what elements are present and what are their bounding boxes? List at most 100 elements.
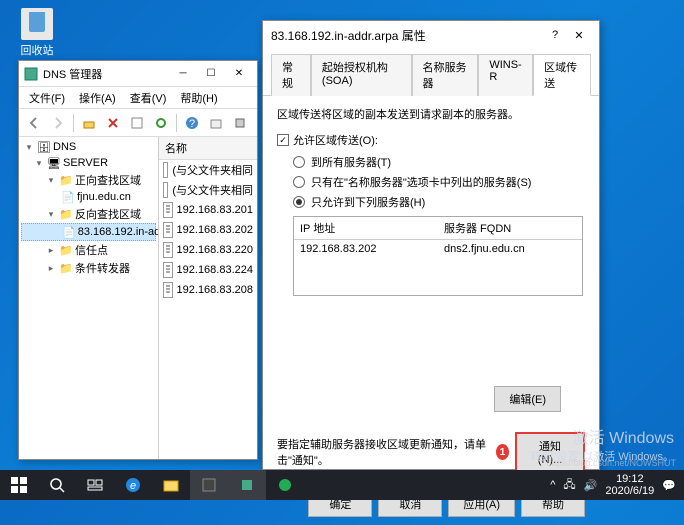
system-tray[interactable]: ^ 🖧 🔊 19:12 2020/6/19 💬 [542, 473, 684, 497]
clock-time: 19:12 [605, 473, 654, 485]
task-view-button[interactable] [76, 470, 114, 500]
recycle-bin[interactable]: 回收站 [12, 8, 62, 58]
list-item[interactable]: 192.168.83.208 [159, 280, 257, 300]
recycle-bin-label: 回收站 [12, 42, 62, 58]
tree-rev-item[interactable]: 📄83.168.192.in-addr.a [21, 223, 156, 241]
record-icon [163, 282, 173, 298]
tab-wins[interactable]: WINS-R [478, 54, 533, 96]
list-item[interactable]: 192.168.83.202 [159, 220, 257, 240]
dns-taskbar-button[interactable] [228, 470, 266, 500]
table-row[interactable]: 192.168.83.202 dns2.fjnu.edu.cn [294, 240, 582, 258]
edit-button[interactable]: 编辑(E) [494, 386, 561, 412]
tree-dns-root[interactable]: ▾🗄DNS [21, 139, 156, 155]
tree-fwd-zone[interactable]: ▾📁正向查找区域 [21, 171, 156, 189]
maximize-button[interactable]: ☐ [197, 64, 225, 84]
radio-icon [293, 176, 305, 188]
desc-text: 区域传送将区域的副本发送到请求副本的服务器。 [277, 106, 585, 122]
close-icon[interactable]: ✕ [567, 29, 591, 42]
refresh-button[interactable] [150, 112, 172, 134]
network-icon[interactable]: 🖧 [563, 476, 575, 495]
zone-icon: 📄 [62, 225, 76, 239]
back-button[interactable] [23, 112, 45, 134]
help-icon[interactable]: ? [543, 29, 567, 41]
tab-general[interactable]: 常规 [271, 54, 311, 96]
help-button[interactable]: ? [181, 112, 203, 134]
dns-icon: 🗄 [37, 140, 51, 154]
dns-titlebar[interactable]: DNS 管理器 ─ ☐ ✕ [19, 61, 257, 87]
minimize-button[interactable]: ─ [169, 64, 197, 84]
folder-icon: 📁 [59, 207, 73, 221]
properties-button[interactable] [126, 112, 148, 134]
tool-btn-2[interactable] [229, 112, 251, 134]
server-manager-button[interactable] [190, 470, 228, 500]
close-button[interactable]: ✕ [225, 64, 253, 84]
dialog-title: 83.168.192.in-addr.arpa 属性 [271, 27, 543, 44]
record-icon [163, 162, 168, 178]
menubar: 文件(F) 操作(A) 查看(V) 帮助(H) [19, 87, 257, 109]
explorer-button[interactable] [152, 470, 190, 500]
properties-dialog: 83.168.192.in-addr.arpa 属性 ? ✕ 常规 起始授权机构… [262, 20, 600, 470]
tray-up-icon[interactable]: ^ [550, 479, 555, 491]
tree-fwd-item[interactable]: 📄fjnu.edu.cn [21, 189, 156, 205]
list-header[interactable]: 名称 [159, 137, 257, 160]
clock-date: 2020/6/19 [605, 485, 654, 497]
list-item[interactable]: 192.168.83.224 [159, 260, 257, 280]
tree-server[interactable]: ▾🖥SERVER [21, 155, 156, 171]
up-button[interactable] [78, 112, 100, 134]
menu-action[interactable]: 操作(A) [73, 88, 122, 108]
tab-zone-transfer[interactable]: 区域传送 [533, 54, 591, 96]
record-icon [163, 262, 173, 278]
toolbar: ? [19, 109, 257, 137]
server-table[interactable]: IP 地址 服务器 FQDN 192.168.83.202 dns2.fjnu.… [293, 216, 583, 296]
dns-app-icon [23, 66, 39, 82]
tree-trust[interactable]: ▸📁信任点 [21, 241, 156, 259]
dialog-titlebar[interactable]: 83.168.192.in-addr.arpa 属性 ? ✕ [263, 21, 599, 49]
dns-title: DNS 管理器 [43, 66, 169, 82]
svg-text:e: e [130, 480, 136, 492]
tree-rev-zone[interactable]: ▾📁反向查找区域 [21, 205, 156, 223]
annotation-marker: 1 [496, 444, 509, 460]
taskbar: e ^ 🖧 🔊 19:12 2020/6/19 💬 [0, 470, 684, 500]
dns-manager-window: DNS 管理器 ─ ☐ ✕ 文件(F) 操作(A) 查看(V) 帮助(H) ? … [18, 60, 258, 460]
tab-ns[interactable]: 名称服务器 [412, 54, 479, 96]
tab-strip: 常规 起始授权机构(SOA) 名称服务器 WINS-R 区域传送 [263, 49, 599, 96]
ie-button[interactable]: e [114, 470, 152, 500]
delete-button[interactable] [102, 112, 124, 134]
list-item[interactable]: 192.168.83.220 [159, 240, 257, 260]
server-icon: 🖥 [47, 156, 61, 170]
recycle-bin-icon [21, 8, 53, 40]
list-item[interactable]: (与父文件夹相同 [159, 180, 257, 200]
tab-soa[interactable]: 起始授权机构(SOA) [311, 54, 412, 96]
menu-view[interactable]: 查看(V) [124, 88, 173, 108]
folder-icon: 📁 [59, 243, 73, 257]
allow-transfer-checkbox[interactable]: ✓ 允许区域传送(O): [277, 132, 585, 148]
record-icon [163, 182, 168, 198]
folder-icon: 📁 [59, 261, 73, 275]
col-ip: IP 地址 [294, 217, 438, 239]
radio-only-list[interactable]: 只允许到下列服务器(H) [293, 194, 585, 210]
svg-text:?: ? [189, 118, 195, 130]
zone-icon: 📄 [61, 190, 75, 204]
forward-button[interactable] [47, 112, 69, 134]
radio-ns-tab[interactable]: 只有在"名称服务器"选项卡中列出的服务器(S) [293, 174, 585, 190]
notifications-icon[interactable]: 💬 [662, 479, 676, 492]
app-button[interactable] [266, 470, 304, 500]
start-button[interactable] [0, 470, 38, 500]
tree-panel: ▾🗄DNS ▾🖥SERVER ▾📁正向查找区域 📄fjnu.edu.cn ▾📁反… [19, 137, 159, 459]
menu-help[interactable]: 帮助(H) [174, 88, 223, 108]
record-icon [163, 242, 173, 258]
notify-text: 要指定辅助服务器接收区域更新通知，请单击"通知"。 [277, 436, 490, 468]
folder-icon: 📁 [59, 173, 73, 187]
tool-btn-1[interactable] [205, 112, 227, 134]
radio-icon [293, 196, 305, 208]
menu-file[interactable]: 文件(F) [23, 88, 71, 108]
col-fqdn: 服务器 FQDN [438, 217, 582, 239]
list-item[interactable]: (与父文件夹相同 [159, 160, 257, 180]
tree-cond[interactable]: ▸📁条件转发器 [21, 259, 156, 277]
checkbox-icon: ✓ [277, 134, 289, 146]
list-item[interactable]: 192.168.83.201 [159, 200, 257, 220]
radio-all-servers[interactable]: 到所有服务器(T) [293, 154, 585, 170]
search-button[interactable] [38, 470, 76, 500]
sound-icon[interactable]: 🔊 [584, 479, 598, 492]
dialog-body: 区域传送将区域的副本发送到请求副本的服务器。 ✓ 允许区域传送(O): 到所有服… [263, 96, 599, 422]
